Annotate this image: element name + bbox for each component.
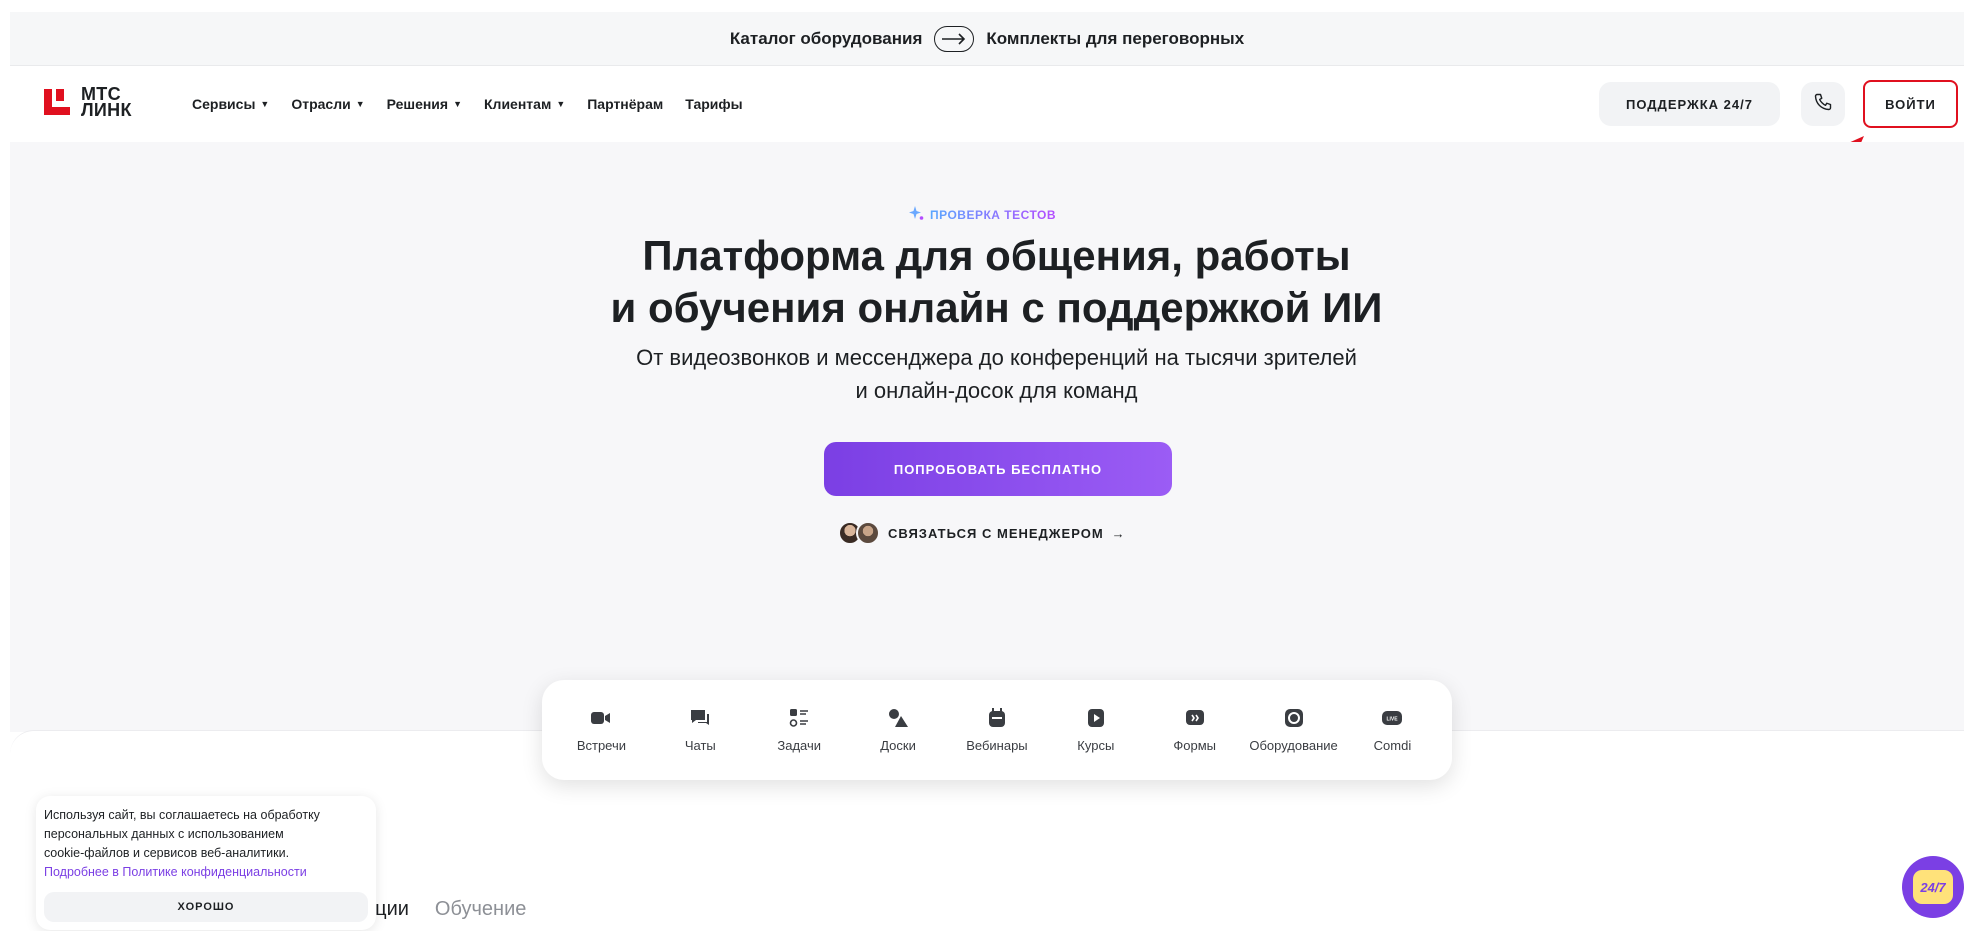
try-free-button[interactable]: ПОПРОБОВАТЬ БЕСПЛАТНО (824, 442, 1172, 496)
promo-left-link[interactable]: Каталог оборудования (730, 29, 923, 49)
service-label: Встречи (576, 738, 627, 753)
caret-down-icon: ▼ (453, 99, 463, 109)
cookie-consent: Используя сайт, вы соглашаетесь на обраб… (36, 796, 376, 930)
calendar-icon (986, 707, 1008, 729)
service-label: Comdi (1373, 738, 1412, 753)
tab-education[interactable]: Обучение (435, 898, 526, 921)
nav-item-clients[interactable]: Клиентам ▼ (484, 96, 565, 112)
support-button[interactable]: ПОДДЕРЖКА 24/7 (1599, 82, 1780, 126)
cookie-text: Используя сайт, вы соглашаетесь на обраб… (44, 808, 320, 822)
manager-avatars (838, 521, 880, 545)
audience-tabs: ации Обучение (364, 898, 526, 921)
cookie-text: cookie-файлов и сервисов веб-аналитики. (44, 846, 290, 860)
hero-subtitle: От видеозвонков и мессенджера до конфере… (0, 341, 1964, 407)
tasks-icon (788, 707, 810, 729)
promo-banner[interactable]: Каталог оборудования Комплекты для перег… (10, 12, 1964, 66)
service-label: Курсы (1077, 738, 1115, 753)
chat-icon (689, 707, 711, 729)
hero-title-line1: Платформа для общения, работы (642, 232, 1351, 279)
hero-title: Платформа для общения, работы и обучения… (0, 230, 1964, 334)
service-boards[interactable]: Доски (850, 707, 946, 753)
support-chat-button[interactable]: 24/7 (1902, 856, 1964, 918)
nav-label: Отрасли (291, 96, 351, 112)
phone-button[interactable] (1801, 82, 1845, 126)
nav-item-solutions[interactable]: Решения ▼ (387, 96, 462, 112)
nav-item-pricing[interactable]: Тарифы (685, 96, 742, 112)
service-tasks[interactable]: Задачи (751, 707, 847, 753)
nav-label: Партнёрам (587, 96, 664, 112)
page: Каталог оборудования Комплекты для перег… (0, 0, 1964, 931)
caret-down-icon: ▼ (260, 99, 270, 109)
service-courses[interactable]: Курсы (1048, 707, 1144, 753)
nav-label: Решения (386, 96, 449, 112)
promo-right-link[interactable]: Комплекты для переговорных (986, 29, 1244, 49)
nav-label: Клиентам (484, 96, 552, 112)
service-label: Задачи (777, 738, 822, 753)
privacy-policy-link[interactable]: Подробнее в Политике конфиденциальности (44, 863, 368, 882)
nav-item-industries[interactable]: Отрасли ▼ (291, 96, 364, 112)
service-label: Формы (1173, 738, 1216, 753)
login-button[interactable]: ВОЙТИ (1863, 80, 1958, 128)
service-equipment[interactable]: Оборудование (1246, 707, 1342, 753)
mts-link-logo-icon (42, 87, 72, 117)
avatar (856, 521, 880, 545)
play-icon (1085, 707, 1107, 729)
logo-text-line2: ЛИНК (81, 100, 132, 120)
video-camera-icon (590, 707, 612, 729)
logo[interactable]: МТС ЛИНК (42, 85, 132, 120)
cookie-accept-button[interactable]: ХОРОШО (44, 892, 368, 922)
contact-manager-link[interactable]: СВЯЗАТЬСЯ С МЕНЕДЖЕРОМ → (838, 521, 1126, 545)
contact-manager-label: СВЯЗАТЬСЯ С МЕНЕДЖЕРОМ (888, 525, 1104, 541)
nav-label: Сервисы (192, 96, 256, 112)
hero-tag-label: ПРОВЕРКА ТЕСТОВ (929, 207, 1057, 222)
hero-subtitle-line2: и онлайн-досок для команд (855, 378, 1138, 403)
svg-text:LIVE: LIVE (1387, 717, 1399, 723)
phone-icon (1813, 92, 1833, 117)
caret-down-icon: ▼ (556, 99, 566, 109)
arrow-right-icon: → (1111, 525, 1126, 541)
caret-down-icon: ▼ (355, 99, 365, 109)
service-label: Вебинары (966, 738, 1028, 753)
service-chats[interactable]: Чаты (652, 707, 748, 753)
live-icon: LIVE (1381, 707, 1403, 729)
service-meetings[interactable]: Встречи (553, 707, 649, 753)
service-webinars[interactable]: Вебинары (949, 707, 1045, 753)
main-nav: Сервисы ▼ Отрасли ▼ Решения ▼ Клиентам ▼ Пар… (192, 66, 743, 142)
nav-item-partners[interactable]: Партнёрам (587, 96, 663, 112)
sparkle-icon (908, 205, 924, 224)
service-label: Оборудование (1249, 738, 1338, 753)
hero-tag: ПРОВЕРКА ТЕСТОВ (0, 205, 1964, 224)
site-header: МТС ЛИНК Сервисы ▼ Отрасли ▼ Решения ▼ Клие… (10, 66, 1964, 142)
camera-lens-icon (1283, 707, 1305, 729)
nav-label: Тарифы (685, 96, 743, 112)
shapes-icon (887, 707, 909, 729)
services-bar: Встречи Чаты Задачи Доски Вебинары Курсы… (542, 680, 1452, 780)
quote-icon (1184, 707, 1206, 729)
service-forms[interactable]: Формы (1147, 707, 1243, 753)
chat-badge: 24/7 (1913, 870, 1953, 904)
hero-subtitle-line1: От видеозвонков и мессенджера до конфере… (636, 345, 1357, 370)
service-label: Чаты (684, 738, 716, 753)
hero-title-line2: и обучения онлайн с поддержкой ИИ (610, 284, 1383, 331)
service-label: Доски (880, 738, 916, 753)
cookie-text: персональных данных с использованием (44, 827, 284, 841)
service-comdi[interactable]: LIVE Comdi (1344, 707, 1440, 753)
nav-item-services[interactable]: Сервисы ▼ (192, 96, 269, 112)
arrow-right-icon (934, 25, 975, 52)
